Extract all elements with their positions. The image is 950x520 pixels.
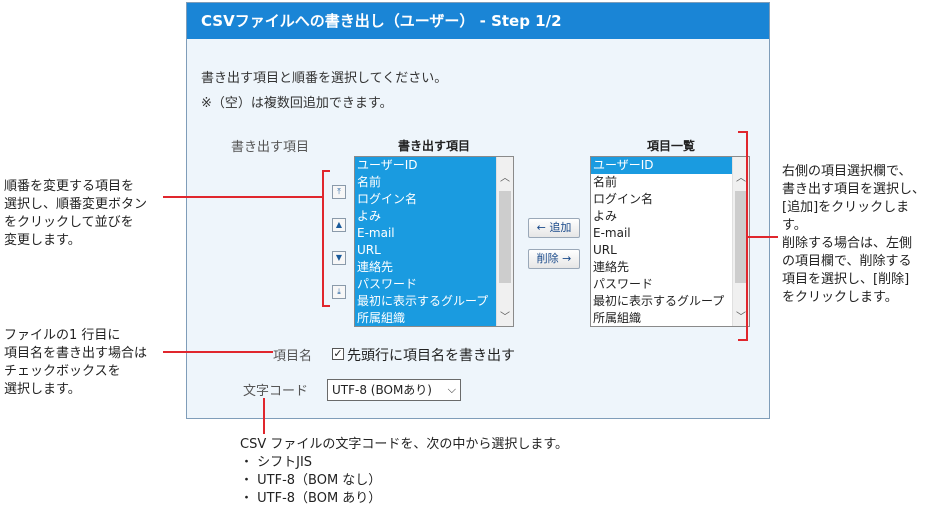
note-line: 右側の項目選択欄で、	[782, 164, 912, 179]
list-item[interactable]: 所属組織	[355, 310, 496, 326]
available-fields-listbox[interactable]: ユーザーID 名前 ログイン名 よみ E-mail URL 連絡先 パスワード 最初に表示するグ…	[590, 156, 750, 327]
note-line: 削除する場合は、左側	[782, 236, 913, 251]
annotation-bracket-right-bottom	[738, 339, 748, 341]
annotation-line-right	[746, 236, 778, 238]
annotation-line-encoding	[263, 398, 265, 434]
note-line: ・ シフトJIS	[240, 455, 313, 470]
list-item[interactable]: ログイン名	[355, 191, 496, 208]
available-fields-items: ユーザーID 名前 ログイン名 よみ E-mail URL 連絡先 パスワード 最初に表示するグ…	[591, 157, 732, 326]
scroll-up-icon[interactable]: ︿	[497, 171, 513, 187]
list-item[interactable]: 名前	[591, 174, 732, 191]
list-item[interactable]: E-mail	[355, 225, 496, 242]
list-item[interactable]: URL	[591, 242, 732, 259]
list-item[interactable]: ログイン名	[591, 191, 732, 208]
note-line: 選択します。	[4, 382, 81, 397]
header-row-checkbox-label[interactable]: 先頭行に項目名を書き出す	[347, 345, 515, 365]
list-item[interactable]: 最初に表示するグループ	[355, 293, 496, 310]
list-item[interactable]: 連絡先	[355, 259, 496, 276]
encoding-label: 文字コード	[243, 384, 309, 399]
checkmark-icon: ✓	[333, 347, 343, 360]
annotation-line-order	[163, 196, 323, 198]
export-fields-items: ユーザーID 名前 ログイン名 よみ E-mail URL 連絡先 パスワード 最初に表示するグ…	[355, 157, 496, 326]
instruction-text: 書き出す項目と順番を選択してください。	[201, 71, 448, 86]
note-line: 変更します。	[4, 233, 81, 248]
note-line: チェックボックスを	[4, 364, 121, 379]
list-item[interactable]: ユーザーID	[591, 157, 732, 174]
move-to-top-button[interactable]: ⤒	[332, 185, 346, 199]
note-line: 選択し、順番変更ボタン	[4, 197, 148, 212]
move-to-bottom-button[interactable]: ⤓	[332, 285, 346, 299]
note-line: CSV ファイルの文字コードを、次の中から選択します。	[240, 437, 569, 452]
note-line: す。	[782, 218, 807, 233]
instruction-note: ※（空）は複数回追加できます。	[201, 96, 393, 111]
header-row-checkbox[interactable]: ✓	[332, 348, 344, 360]
encoding-select-value: UTF-8 (BOMあり)	[332, 383, 432, 397]
move-up-icon: ▲	[335, 220, 343, 229]
move-to-top-icon: ⤒	[337, 187, 341, 196]
move-to-bottom-icon: ⤓	[337, 287, 341, 296]
annotation-right-note: 右側の項目選択欄で、 書き出す項目を選択し、 [追加]をクリックしま す。 削除…	[782, 163, 925, 307]
scroll-thumb[interactable]	[499, 191, 511, 283]
list-item[interactable]: パスワード	[591, 276, 732, 293]
note-line: ファイルの1 行目に	[4, 328, 121, 343]
field-name-label: 項目名	[273, 349, 313, 364]
annotation-line-checkbox	[163, 351, 273, 353]
left-list-header: 書き出す項目	[398, 139, 471, 153]
annotation-encoding-note: CSV ファイルの文字コードを、次の中から選択します。 ・ シフトJIS ・ U…	[240, 436, 568, 508]
note-line: 書き出す項目を選択し、	[782, 182, 926, 197]
remove-button[interactable]: 削除 →	[528, 249, 580, 269]
note-line: ・ UTF-8（BOM なし）	[240, 473, 382, 488]
list-item[interactable]: ユーザーID	[355, 157, 496, 174]
export-fields-scrollbar[interactable]: ︿ ﹀	[496, 157, 513, 326]
encoding-select[interactable]: UTF-8 (BOMあり) ⌵	[327, 379, 461, 401]
note-line: 順番を変更する項目を	[4, 179, 135, 194]
note-line: の項目欄で、削除する	[782, 254, 912, 269]
right-list-header: 項目一覧	[647, 139, 696, 153]
scroll-down-icon[interactable]: ﹀	[497, 310, 513, 326]
note-line: をクリックします。	[782, 290, 898, 305]
chevron-down-icon: ⌵	[447, 383, 456, 396]
list-item[interactable]: 所属組織	[591, 310, 732, 326]
annotation-checkbox-note: ファイルの1 行目に 項目名を書き出す場合は チェックボックスを 選択します。	[4, 327, 147, 399]
note-line: 項目名を書き出す場合は	[4, 346, 148, 361]
note-line: ・ UTF-8（BOM あり）	[240, 491, 382, 506]
move-down-button[interactable]: ▼	[332, 251, 346, 265]
move-down-icon: ▼	[335, 253, 343, 262]
export-fields-label: 書き出す項目	[231, 140, 310, 155]
list-item[interactable]: URL	[355, 242, 496, 259]
export-fields-listbox[interactable]: ユーザーID 名前 ログイン名 よみ E-mail URL 連絡先 パスワード 最初に表示するグ…	[354, 156, 514, 327]
dialog-title: CSVファイルへの書き出し（ユーザー） - Step 1/2	[187, 3, 769, 39]
list-item[interactable]: パスワード	[355, 276, 496, 293]
annotation-bracket-order	[322, 170, 324, 307]
move-up-button[interactable]: ▲	[332, 218, 346, 232]
list-item[interactable]: 名前	[355, 174, 496, 191]
list-item[interactable]: よみ	[355, 208, 496, 225]
list-item[interactable]: よみ	[591, 208, 732, 225]
annotation-order-note: 順番を変更する項目を 選択し、順番変更ボタン をクリックして並びを 変更します。	[4, 178, 147, 250]
annotation-bracket-order-top	[322, 170, 330, 172]
list-item[interactable]: 連絡先	[591, 259, 732, 276]
list-item[interactable]: 最初に表示するグループ	[591, 293, 732, 310]
list-item[interactable]: E-mail	[591, 225, 732, 242]
csv-export-dialog: CSVファイルへの書き出し（ユーザー） - Step 1/2 書き出す項目と順番…	[186, 2, 770, 419]
annotation-bracket-right-top	[738, 131, 748, 133]
annotation-bracket-order-bottom	[322, 305, 330, 307]
note-line: [追加]をクリックしま	[782, 200, 910, 215]
note-line: 項目を選択し、[削除]	[782, 272, 910, 287]
note-line: をクリックして並びを	[4, 215, 134, 230]
add-button[interactable]: ← 追加	[528, 218, 580, 238]
